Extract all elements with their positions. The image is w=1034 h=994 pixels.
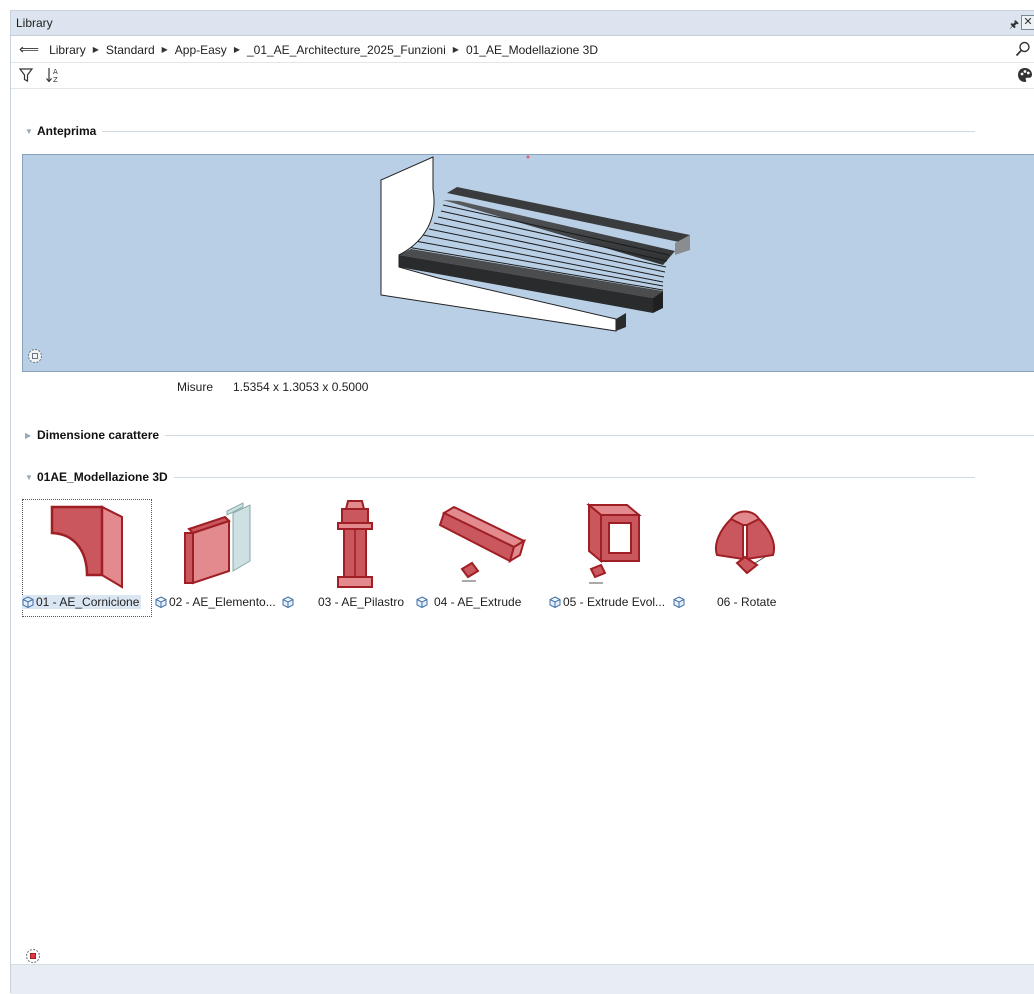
back-arrow-icon[interactable]: ⟸ bbox=[19, 41, 39, 58]
palette-icon[interactable] bbox=[1017, 67, 1033, 83]
library-item-rotate[interactable]: 06 - Rotate bbox=[687, 499, 817, 617]
library-item-label: 02 - AE_Elemento... bbox=[169, 595, 276, 609]
section-preview-label: Anteprima bbox=[37, 124, 97, 138]
breadcrumb-separator-icon: ▶ bbox=[92, 45, 99, 54]
section-divider bbox=[165, 434, 1034, 436]
breadcrumb-item-modellazione[interactable]: 01_AE_Modellazione 3D bbox=[466, 43, 598, 57]
elemento-thumbnail bbox=[184, 502, 251, 585]
section-divider bbox=[102, 130, 975, 132]
library-item-label: 06 - Rotate bbox=[717, 595, 777, 609]
library-item-cornicione[interactable]: 01 - AE_Cornicione bbox=[22, 499, 154, 617]
close-button[interactable]: ✕ bbox=[1021, 15, 1034, 30]
sort-icon[interactable]: A Z bbox=[45, 67, 61, 83]
measure-label: Misure bbox=[177, 380, 214, 394]
search-icon[interactable] bbox=[1015, 41, 1031, 57]
library-item-caption: 04 - AE_Extrude bbox=[434, 595, 521, 609]
library-item-caption: 02 - AE_Elemento... bbox=[155, 595, 296, 609]
library-item-extrude[interactable]: 04 - AE_Extrude bbox=[424, 499, 554, 617]
section-folder-header[interactable]: ▼ 01AE_Modellazione 3D bbox=[25, 469, 975, 485]
view-cube-icon[interactable] bbox=[25, 948, 41, 964]
svg-text:Z: Z bbox=[53, 76, 58, 83]
filter-icon[interactable] bbox=[19, 67, 33, 83]
expanded-triangle-icon: ▼ bbox=[25, 472, 33, 482]
breadcrumb-item-architecture[interactable]: _01_AE_Architecture_2025_Funzioni bbox=[247, 43, 446, 57]
library-item-label: 01 - AE_Cornicione bbox=[36, 595, 140, 609]
svg-text:A: A bbox=[53, 68, 58, 76]
section-font-size-label: Dimensione carattere bbox=[37, 428, 160, 442]
cube-icon bbox=[22, 596, 34, 608]
rotate-thumbnail bbox=[715, 510, 775, 575]
breadcrumb-item-standard[interactable]: Standard bbox=[106, 43, 155, 57]
library-item-label: 04 - AE_Extrude bbox=[434, 595, 522, 609]
library-item-label: 03 - AE_Pilastro bbox=[318, 595, 405, 609]
library-item-caption: 01 - AE_Cornicione bbox=[22, 595, 142, 609]
library-item-extrude-evol[interactable]: 05 - Extrude Evol... bbox=[549, 499, 689, 617]
breadcrumb-separator-icon: ▶ bbox=[452, 45, 459, 54]
library-item-caption: 03 - AE_Pilastro bbox=[318, 595, 430, 609]
measure-value: 1.5354 x 1.3053 x 0.5000 bbox=[233, 380, 369, 394]
cube-icon bbox=[549, 596, 561, 608]
library-item-label: 05 - Extrude Evol... bbox=[563, 595, 666, 609]
status-bar bbox=[11, 964, 1034, 994]
extrude-thumbnail bbox=[438, 505, 527, 582]
library-item-caption: 05 - Extrude Evol... bbox=[549, 595, 687, 609]
toolbar: A Z bbox=[11, 63, 1034, 89]
pin-icon[interactable]: 🖈 bbox=[1009, 16, 1019, 35]
library-item-pilastro[interactable]: 03 - AE_Pilastro bbox=[294, 499, 428, 617]
library-items-grid: 01 - AE_Cornicione 02 - AE_Elemento... 0… bbox=[22, 499, 1034, 619]
title-bar: Library 🖈 ✕ bbox=[11, 11, 1034, 36]
breadcrumb-separator-icon: ▶ bbox=[233, 45, 240, 54]
breadcrumb-item-app-easy[interactable]: App-Easy bbox=[175, 43, 227, 57]
collapsed-triangle-icon: ▶ bbox=[25, 430, 32, 440]
cube-icon bbox=[673, 596, 685, 608]
extrude-evol-thumbnail bbox=[586, 502, 642, 584]
expanded-triangle-icon: ▼ bbox=[25, 126, 33, 136]
library-item-caption: 06 - Rotate bbox=[717, 595, 776, 609]
library-item-elemento[interactable]: 02 - AE_Elemento... bbox=[155, 499, 295, 617]
preview-panel[interactable] bbox=[22, 154, 1034, 372]
section-font-size-header[interactable]: ▶ Dimensione carattere bbox=[25, 427, 1034, 443]
section-divider bbox=[173, 476, 975, 478]
cornice-preview-model bbox=[380, 155, 690, 332]
view-cube-icon[interactable] bbox=[27, 348, 43, 364]
section-preview-header[interactable]: ▼ Anteprima bbox=[25, 123, 975, 139]
cube-icon bbox=[155, 596, 167, 608]
section-folder-label: 01AE_Modellazione 3D bbox=[37, 470, 168, 484]
cube-icon bbox=[282, 596, 294, 608]
breadcrumb-separator-icon: ▶ bbox=[161, 45, 168, 54]
breadcrumb: ⟸ Library ▶ Standard ▶ App-Easy ▶ _01_AE… bbox=[11, 37, 1034, 63]
cornicione-thumbnail bbox=[50, 505, 123, 589]
breadcrumb-item-library[interactable]: Library bbox=[49, 43, 86, 57]
library-window: Library 🖈 ✕ ⟸ Library ▶ Standard ▶ App-E… bbox=[10, 10, 1034, 994]
pilastro-thumbnail bbox=[337, 500, 373, 588]
window-title: Library bbox=[16, 16, 53, 30]
